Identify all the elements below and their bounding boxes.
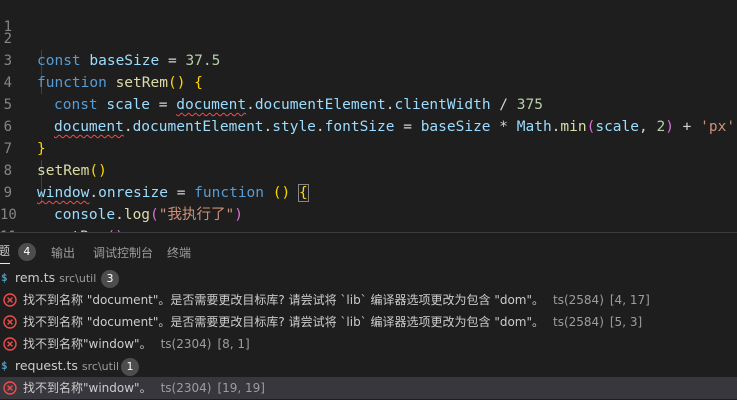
typescript-file-icon: $	[1, 271, 8, 284]
error-icon	[3, 381, 17, 395]
problem-code: ts(2304)	[160, 337, 212, 351]
code-line[interactable]: 4 const scale = document.documentElement…	[0, 50, 737, 113]
problem-code: ts(2584)	[553, 315, 604, 329]
active-tab-indicator	[0, 263, 10, 264]
problems-count-badge: 4	[17, 243, 36, 261]
problem-item[interactable]: 找不到名称 "document"。是否需要更改目标库? 请尝试将 `lib` 编…	[0, 311, 737, 333]
error-icon	[3, 315, 17, 329]
problem-item[interactable]: 找不到名称"window"。 ts(2304) [8, 1]	[0, 333, 737, 355]
problem-message: 找不到名称 "document"。是否需要更改目标库? 请尝试将 `lib` 编…	[23, 293, 650, 307]
problem-code: ts(2304)	[160, 381, 212, 395]
code-line[interactable]: 8 window.onresize = function () {	[0, 138, 737, 202]
code-editor[interactable]: 1 2 const baseSize = 37.5 3 function set…	[0, 0, 737, 232]
file-group-header[interactable]: $ request.ts src\util 1	[0, 355, 737, 377]
file-problem-count: 3	[101, 270, 119, 288]
problem-location: [8, 1]	[217, 337, 250, 351]
file-name: rem.ts src\util	[15, 270, 97, 285]
problem-message: 找不到名称"window"。 ts(2304) [19, 19]	[23, 381, 265, 395]
problem-item[interactable]: 找不到名称"window"。 ts(2304) [19, 19]	[0, 377, 737, 399]
code-line[interactable]: 6 }	[0, 94, 737, 157]
code-line[interactable]: 2 const baseSize = 37.5	[0, 6, 737, 69]
problem-item[interactable]: 找不到名称 "document"。是否需要更改目标库? 请尝试将 `lib` 编…	[0, 289, 737, 311]
error-icon	[3, 293, 17, 307]
error-icon	[3, 337, 17, 351]
panel-tabs: 题 4 输出 调试控制台 终端	[0, 233, 737, 267]
file-path: src\util	[81, 360, 120, 373]
file-problem-count: 1	[121, 358, 139, 376]
tab-terminal[interactable]: 终端	[167, 244, 191, 261]
code-line[interactable]: 11 }	[0, 204, 737, 232]
code-line[interactable]: 10 setRem()	[0, 182, 737, 232]
problem-location: [5, 3]	[609, 315, 643, 329]
problem-code: ts(2584)	[553, 293, 604, 307]
tab-label: 题	[0, 244, 11, 258]
tab-debug-console[interactable]: 调试控制台	[93, 244, 153, 261]
problem-message: 找不到名称 "document"。是否需要更改目标库? 请尝试将 `lib` 编…	[23, 315, 643, 329]
tab-output[interactable]: 输出	[51, 244, 75, 261]
problem-location: [4, 17]	[609, 293, 650, 307]
problems-panel: 题 4 输出 调试控制台 终端 $ rem.ts src\util 3 找不到名称…	[0, 232, 737, 400]
file-path: src\util	[59, 272, 97, 285]
problem-message: 找不到名称"window"。 ts(2304) [8, 1]	[23, 337, 250, 351]
code-line[interactable]: 7 setRem()	[0, 116, 737, 179]
code-line[interactable]: 3 function setRem() {	[0, 28, 737, 91]
typescript-file-icon: $	[1, 359, 8, 372]
code-line[interactable]: 5 document.documentElement.style.fontSiz…	[0, 72, 737, 135]
code-line[interactable]: 9 console.log("我执行了")	[0, 160, 737, 223]
file-group-header[interactable]: $ rem.ts src\util 3	[0, 267, 737, 289]
problem-location: [19, 19]	[217, 381, 265, 395]
tab-problems[interactable]: 题 4	[0, 242, 36, 261]
file-name: request.ts src\util	[15, 358, 120, 373]
